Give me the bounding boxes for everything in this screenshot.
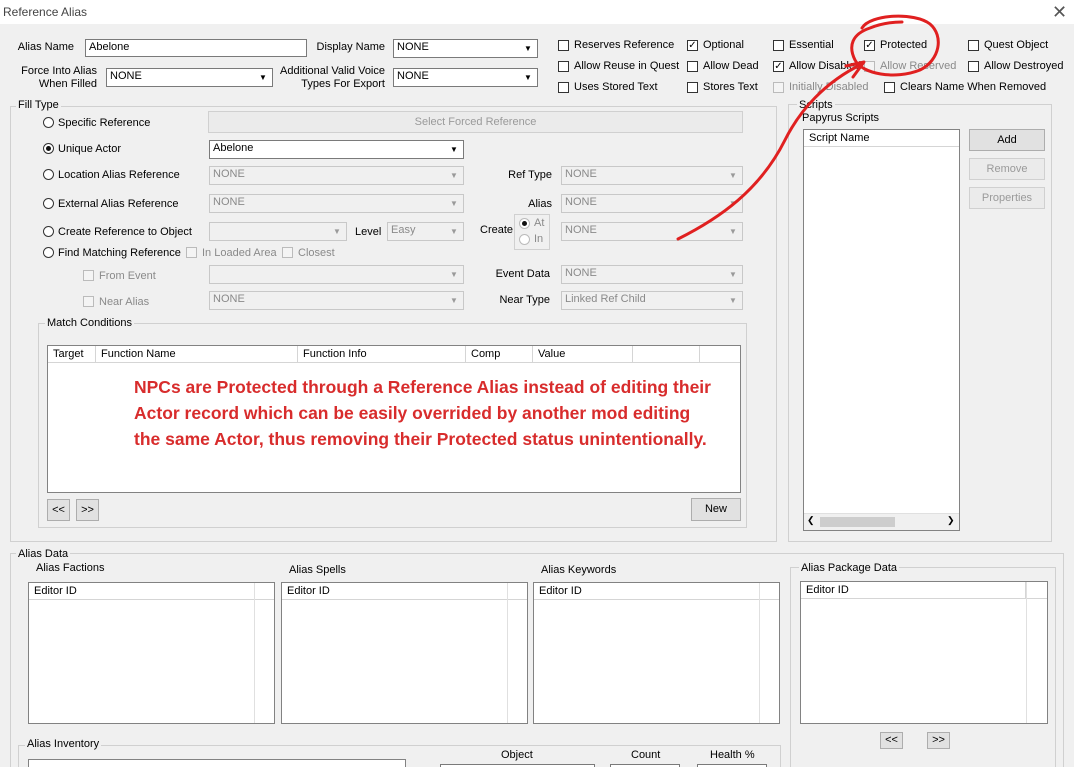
annotation-drawing: [676, 14, 940, 241]
arrow-line: [676, 62, 864, 241]
highlight-circle: [850, 14, 940, 77]
